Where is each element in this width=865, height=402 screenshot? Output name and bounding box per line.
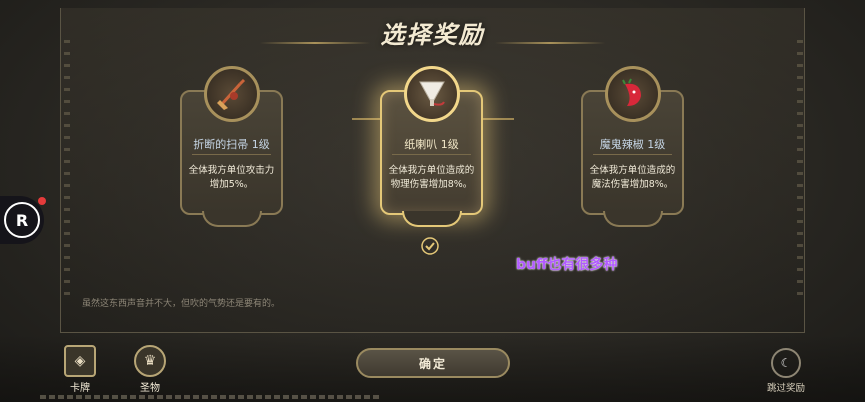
- reward-description: 全体我方单位造成的物理伤害增加8%。: [388, 165, 475, 190]
- notification-dot: [38, 197, 46, 205]
- reward-name: 折断的扫帚 1级: [193, 138, 270, 151]
- replay-icon: R: [4, 202, 40, 238]
- skip-label: 跳过奖励: [766, 383, 805, 394]
- relics-button[interactable]: ♛ 圣物: [132, 345, 168, 394]
- cards-button[interactable]: ◈ 卡牌: [62, 345, 98, 394]
- divider: [392, 154, 471, 155]
- confirm-button[interactable]: 确定: [356, 348, 510, 378]
- devil-pepper-icon: [604, 66, 661, 122]
- reward-description: 全体我方单位造成的魔法伤害增加8%。: [589, 165, 676, 190]
- reward-card-devil-pepper[interactable]: 魔鬼辣椒 1级 全体我方单位造成的魔法伤害增加8%。: [581, 66, 684, 227]
- card-bottom-ornament: [201, 211, 262, 227]
- trophy-icon: ♛: [134, 345, 166, 377]
- page-title: 选择奖励: [380, 19, 485, 49]
- cards-label: 卡牌: [70, 383, 90, 394]
- replay-button[interactable]: R: [0, 196, 44, 244]
- reward-card-broken-broom[interactable]: 折断的扫帚 1级 全体我方单位攻击力增加5%。: [180, 66, 283, 227]
- card-deck-icon: ◈: [64, 345, 96, 377]
- flavor-text: 虽然这东西声音并不大，但吹的气势还是要有的。: [82, 299, 281, 309]
- broken-broom-icon: [203, 66, 260, 122]
- panel-right-border: [797, 40, 803, 300]
- paper-horn-icon: [403, 66, 460, 122]
- card-bottom-ornament: [401, 211, 462, 227]
- reward-name: 纸喇叭 1级: [404, 138, 459, 151]
- divider: [593, 154, 672, 155]
- moon-icon: ☾: [771, 348, 801, 378]
- divider: [192, 154, 271, 155]
- bottom-divider: [40, 395, 380, 399]
- annotation-text: buff也有很多种: [516, 257, 618, 273]
- reward-card-paper-horn[interactable]: 纸喇叭 1级 全体我方单位造成的物理伤害增加8%。: [380, 66, 483, 227]
- reward-description: 全体我方单位攻击力增加5%。: [188, 165, 275, 190]
- skip-reward-button[interactable]: ☾ 跳过奖励: [762, 348, 810, 394]
- game-screen: 选择奖励 折断的扫帚 1级 全体我方单位攻击力增加5%。 纸喇叭 1级 全体我方…: [0, 0, 865, 402]
- selected-check-icon: [421, 237, 439, 255]
- panel-left-border: [64, 40, 70, 300]
- relics-label: 圣物: [140, 383, 160, 394]
- card-bottom-ornament: [602, 211, 663, 227]
- reward-name: 魔鬼辣椒 1级: [599, 138, 666, 151]
